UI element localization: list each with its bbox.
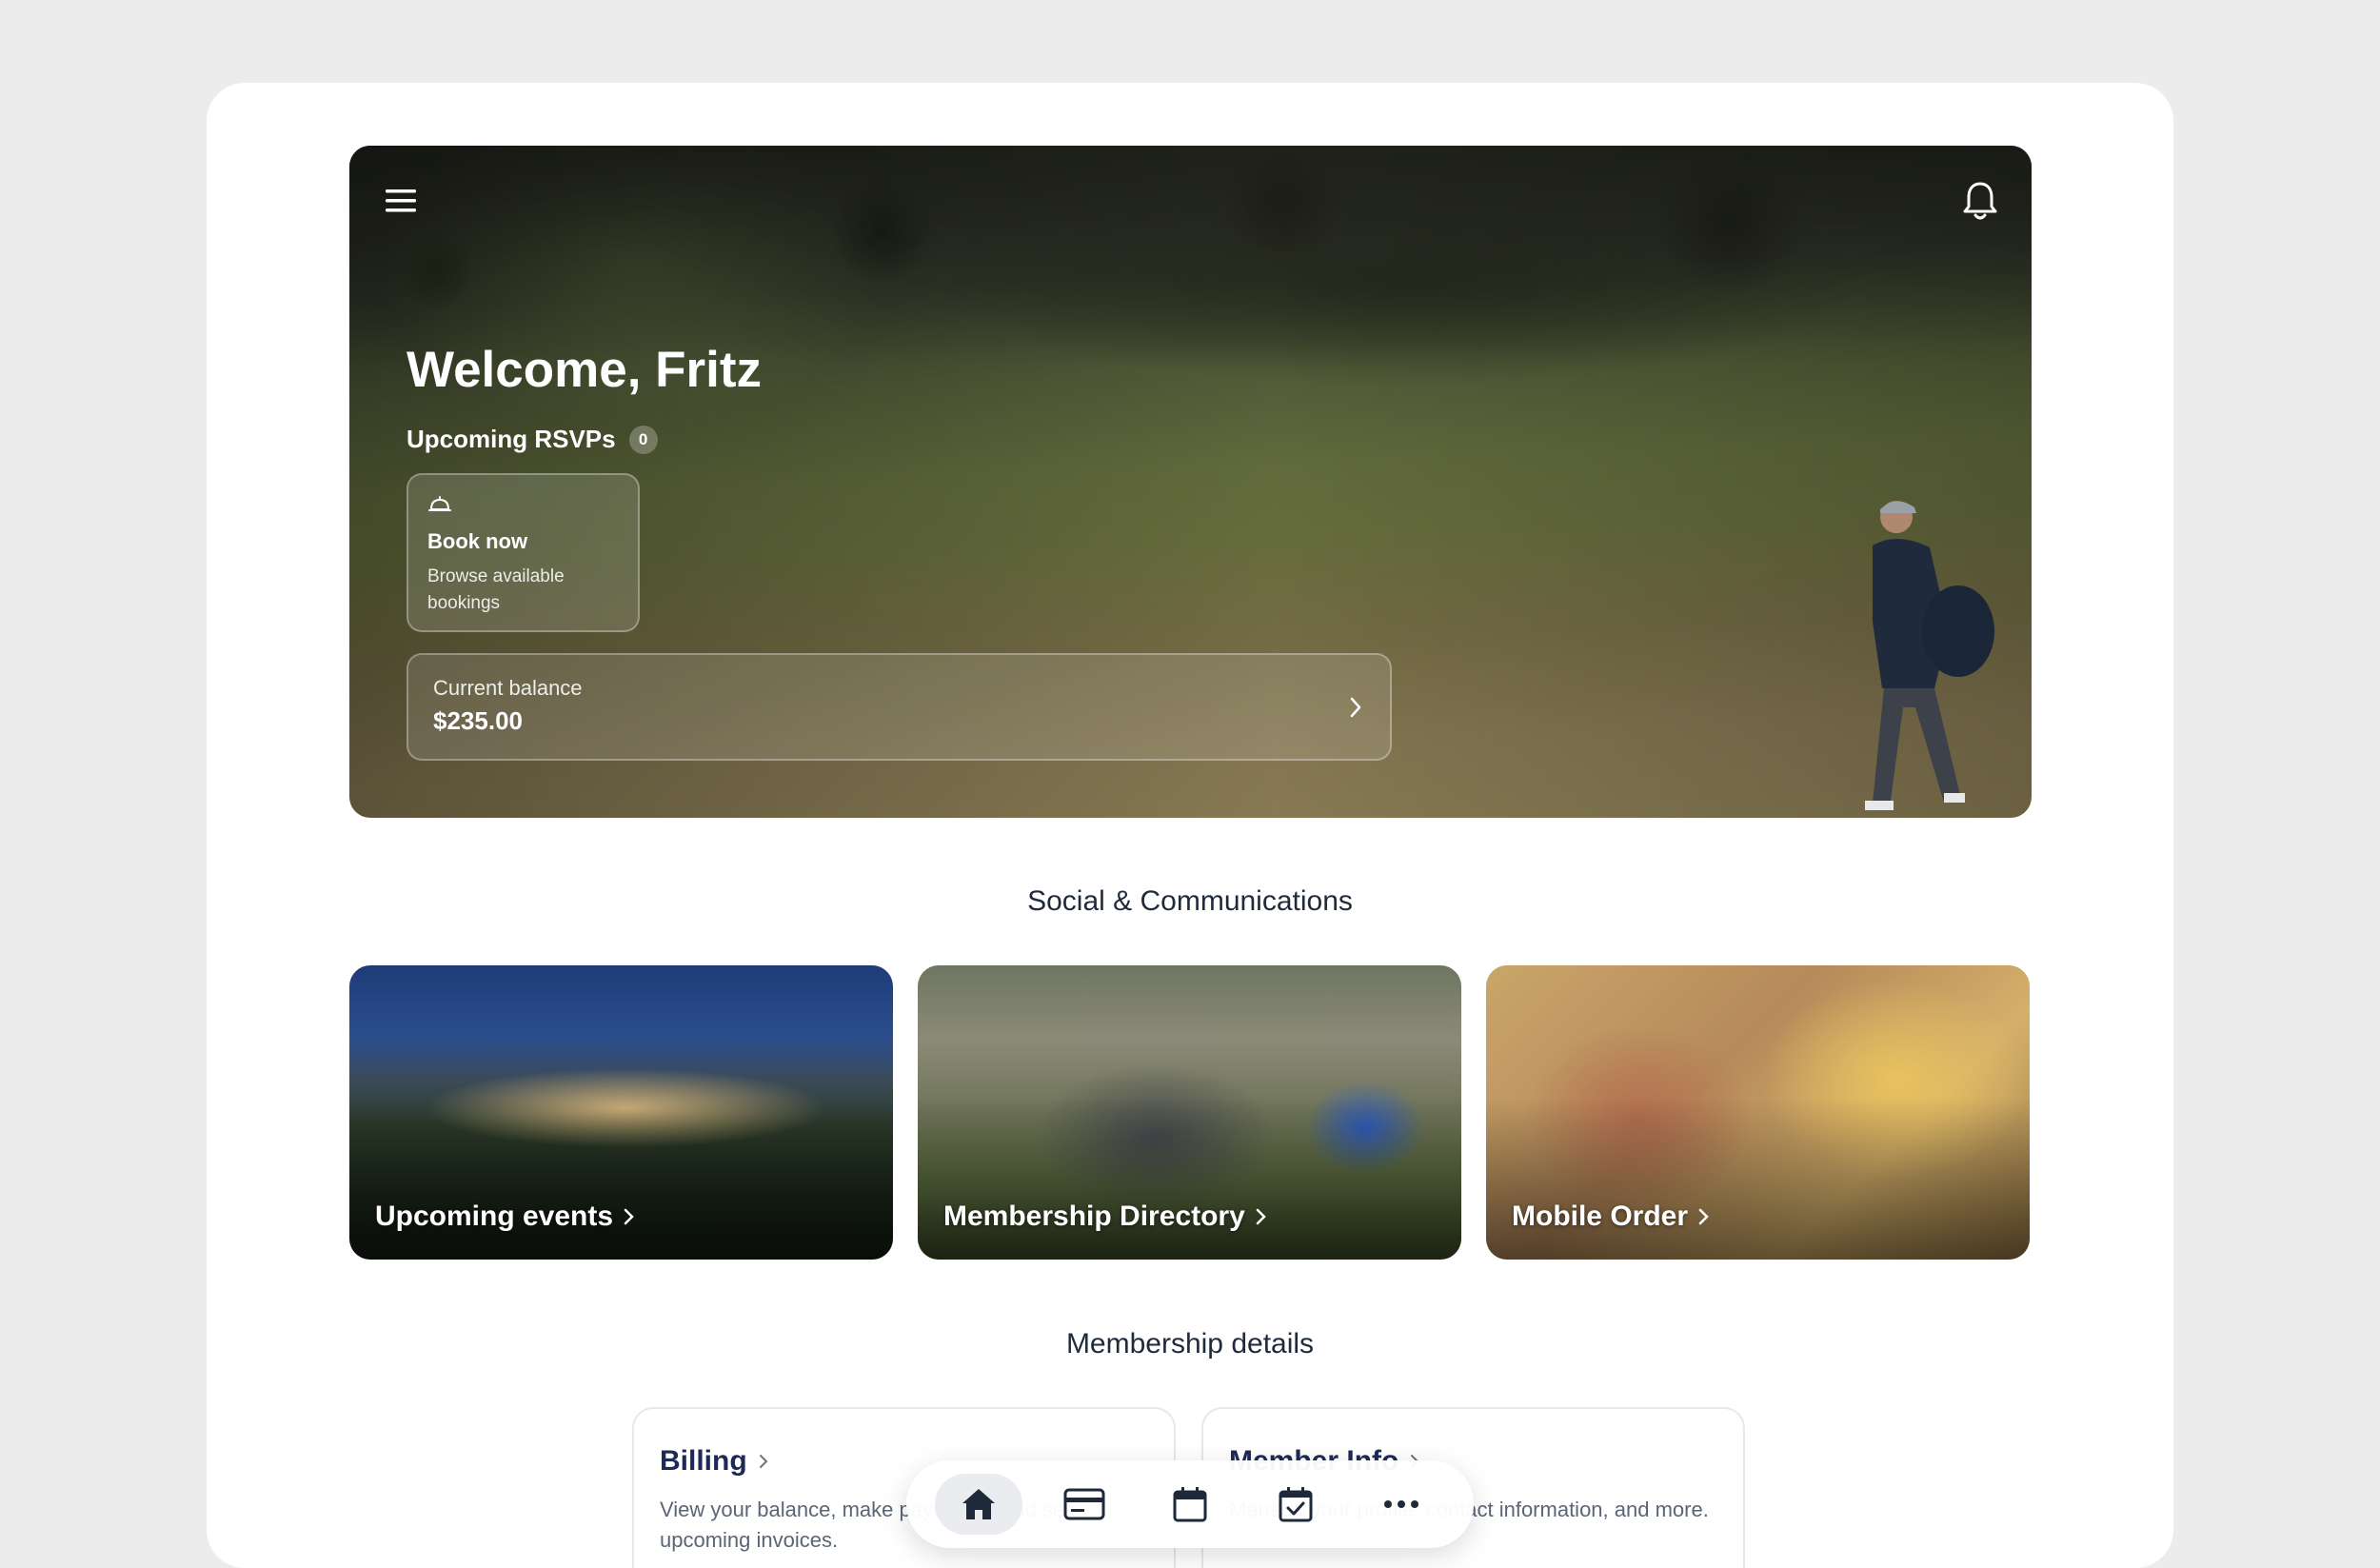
upcoming-events-tile[interactable]: Upcoming events <box>349 965 893 1260</box>
notifications-button[interactable] <box>1959 178 2001 224</box>
bottom-navigation <box>906 1460 1474 1548</box>
home-icon <box>962 1489 995 1519</box>
bell-icon <box>1963 182 1997 220</box>
billing-title: Billing <box>660 1445 747 1477</box>
nav-home[interactable] <box>934 1474 1022 1535</box>
membership-section-title: Membership details <box>1065 1328 1315 1360</box>
golfer-figure <box>1865 501 1994 810</box>
service-bell-icon <box>428 496 451 511</box>
menu-button[interactable] <box>382 184 420 218</box>
membership-directory-label: Membership Directory <box>943 1201 1245 1232</box>
mobile-order-label: Mobile Order <box>1512 1201 1689 1232</box>
nav-billing[interactable] <box>1041 1474 1128 1535</box>
chevron-right-icon <box>1256 1208 1266 1225</box>
calendar-check-icon <box>1279 1487 1313 1522</box>
chevron-right-icon <box>1350 697 1361 718</box>
book-now-subtitle: Browse available bookings <box>427 566 565 613</box>
rsvp-count-badge: 0 <box>628 425 658 454</box>
calendar-icon <box>1173 1487 1207 1522</box>
mobile-order-tile[interactable]: Mobile Order <box>1486 965 2030 1260</box>
chevron-right-icon <box>624 1208 634 1225</box>
book-now-card[interactable]: Book now Browse available bookings <box>407 473 640 632</box>
upcoming-rsvps[interactable]: Upcoming RSVPs 0 <box>407 425 658 454</box>
chevron-right-icon <box>759 1455 768 1468</box>
current-balance-card[interactable]: Current balance $235.00 <box>407 653 1392 761</box>
chevron-right-icon <box>1698 1208 1709 1225</box>
nav-calendar[interactable] <box>1146 1474 1234 1535</box>
nav-reservations[interactable] <box>1252 1474 1339 1535</box>
upcoming-events-label: Upcoming events <box>375 1201 614 1232</box>
nav-more[interactable] <box>1358 1474 1445 1535</box>
social-section-title: Social & Communications <box>1027 885 1353 917</box>
rsvp-label: Upcoming RSVPs <box>407 425 616 453</box>
hero-banner: Welcome, Fritz Upcoming RSVPs 0 Book now… <box>349 146 2032 818</box>
more-horizontal-icon <box>1384 1500 1419 1508</box>
hamburger-menu-icon <box>386 189 416 212</box>
app-window: Welcome, Fritz Upcoming RSVPs 0 Book now… <box>207 83 2173 1568</box>
book-now-title: Book now <box>427 529 528 553</box>
credit-card-icon <box>1063 1488 1105 1520</box>
balance-value: $235.00 <box>433 706 523 735</box>
welcome-heading: Welcome, Fritz <box>407 342 763 398</box>
balance-label: Current balance <box>433 676 583 700</box>
membership-directory-tile[interactable]: Membership Directory <box>918 965 1461 1260</box>
